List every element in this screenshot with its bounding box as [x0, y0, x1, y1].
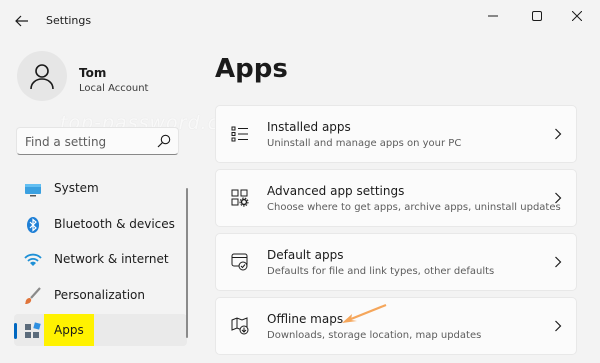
sidebar-item-network[interactable]: Network & internet [14, 243, 187, 275]
card-description: Uninstall and manage apps on your PC [267, 138, 462, 149]
back-button[interactable] [10, 9, 34, 33]
sidebar-item-system[interactable]: System [14, 172, 187, 204]
avatar[interactable] [17, 51, 67, 101]
search-icon [157, 134, 171, 148]
active-indicator [14, 323, 17, 339]
chevron-right-icon [555, 320, 562, 332]
user-name: Tom [79, 66, 107, 80]
chevron-right-icon [555, 256, 562, 268]
sidebar-item-label: Personalization [54, 288, 145, 302]
sidebar-scrollbar[interactable] [186, 188, 188, 338]
sidebar-item-apps[interactable]: Apps [14, 314, 187, 346]
title-bar: Settings [0, 0, 600, 40]
sidebar-item-personalization[interactable]: Personalization [14, 279, 187, 311]
brush-icon [25, 287, 41, 304]
installed-apps-card[interactable]: Installed apps Uninstall and manage apps… [215, 105, 577, 163]
apps-icon [25, 322, 41, 338]
chevron-right-icon [555, 192, 562, 204]
card-title: Default apps [267, 248, 344, 262]
user-icon [30, 64, 54, 90]
installed-apps-icon [231, 126, 248, 142]
page-title: Apps [215, 54, 288, 84]
sidebar-item-label: System [54, 181, 99, 195]
minimize-icon [488, 15, 498, 17]
sidebar-item-label: Apps [44, 314, 94, 346]
account-type: Local Account [79, 83, 149, 94]
maximize-button[interactable] [520, 6, 554, 26]
app-title: Settings [46, 14, 92, 27]
advanced-settings-icon [231, 189, 249, 207]
card-description: Defaults for file and link types, other … [267, 266, 495, 277]
offline-maps-card[interactable]: Offline maps Downloads, storage location… [215, 297, 577, 355]
back-arrow-icon [15, 15, 28, 27]
default-apps-icon [231, 253, 248, 271]
card-title: Offline maps [267, 312, 344, 326]
bluetooth-icon [27, 217, 39, 233]
chevron-right-icon [555, 128, 562, 140]
card-title: Installed apps [267, 120, 351, 134]
close-icon [572, 11, 582, 21]
annotation-arrow-icon [342, 303, 387, 323]
offline-maps-icon [231, 317, 249, 335]
card-description: Choose where to get apps, archive apps, … [267, 202, 561, 213]
wifi-icon [24, 253, 42, 266]
close-button[interactable] [560, 6, 594, 26]
sidebar-item-label: Network & internet [54, 252, 169, 266]
minimize-button[interactable] [476, 6, 510, 26]
search-input[interactable]: Find a setting [25, 135, 106, 149]
search-box[interactable]: Find a setting [16, 127, 179, 155]
card-description: Downloads, storage location, map updates [267, 330, 482, 341]
monitor-icon [25, 184, 41, 197]
sidebar-item-bluetooth[interactable]: Bluetooth & devices [14, 208, 187, 240]
card-title: Advanced app settings [267, 184, 405, 198]
sidebar-item-label: Bluetooth & devices [54, 217, 175, 231]
default-apps-card[interactable]: Default apps Defaults for file and link … [215, 233, 577, 291]
maximize-icon [532, 11, 542, 21]
advanced-app-settings-card[interactable]: Advanced app settings Choose where to ge… [215, 169, 577, 227]
